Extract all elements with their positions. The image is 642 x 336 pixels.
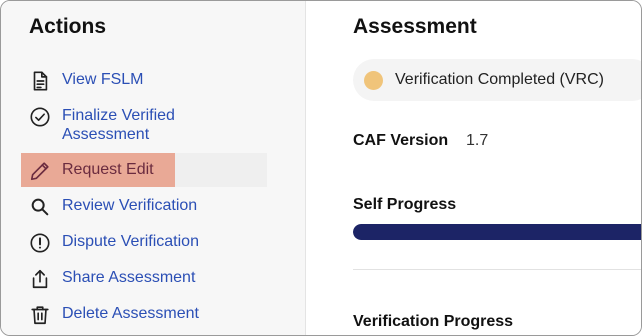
action-label: Review Verification	[62, 197, 198, 214]
self-progress-fill	[353, 224, 641, 240]
action-label: Finalize Verified Assessment	[62, 107, 175, 143]
check-circle-icon	[29, 106, 55, 128]
section-divider	[353, 269, 641, 270]
self-progress-bar	[353, 224, 641, 240]
status-badge: Verification Completed (VRC)	[353, 59, 641, 101]
status-label: Verification Completed (VRC)	[395, 71, 604, 88]
alert-circle-icon	[29, 232, 55, 254]
action-share-assessment[interactable]: Share Assessment	[29, 268, 195, 290]
verification-progress-label: Verification Progress	[353, 313, 514, 330]
action-label: View FSLM	[62, 71, 144, 88]
share-icon	[29, 268, 55, 290]
action-view-fslm[interactable]: View FSLM	[29, 70, 144, 92]
self-progress-label: Self Progress	[353, 196, 457, 213]
search-icon	[29, 196, 55, 218]
action-delete-assessment[interactable]: Delete Assessment	[29, 304, 199, 326]
action-label: Share Assessment	[62, 269, 196, 286]
action-finalize-verified-assessment[interactable]: Finalize Verified Assessment	[29, 106, 229, 144]
action-label: Delete Assessment	[62, 305, 199, 322]
actions-sidebar: Actions View FSLM Finalize Verified Asse…	[1, 1, 306, 335]
status-dot-icon	[364, 70, 383, 90]
action-review-verification[interactable]: Review Verification	[29, 196, 197, 218]
page-title: Assessment	[353, 15, 477, 38]
document-icon	[29, 70, 55, 92]
action-request-edit[interactable]: Request Edit	[29, 160, 154, 182]
action-label: Dispute Verification	[62, 233, 199, 250]
caf-version-label: CAF Version	[353, 132, 449, 149]
caf-version-value: 1.7	[466, 132, 489, 149]
app-window: Actions View FSLM Finalize Verified Asse…	[0, 0, 642, 336]
pencil-icon	[29, 160, 55, 182]
assessment-panel: Assessment Verification Completed (VRC) …	[306, 1, 641, 335]
trash-icon	[29, 304, 55, 326]
action-label: Request Edit	[62, 161, 154, 178]
sidebar-title: Actions	[29, 15, 107, 38]
action-dispute-verification[interactable]: Dispute Verification	[29, 232, 199, 254]
